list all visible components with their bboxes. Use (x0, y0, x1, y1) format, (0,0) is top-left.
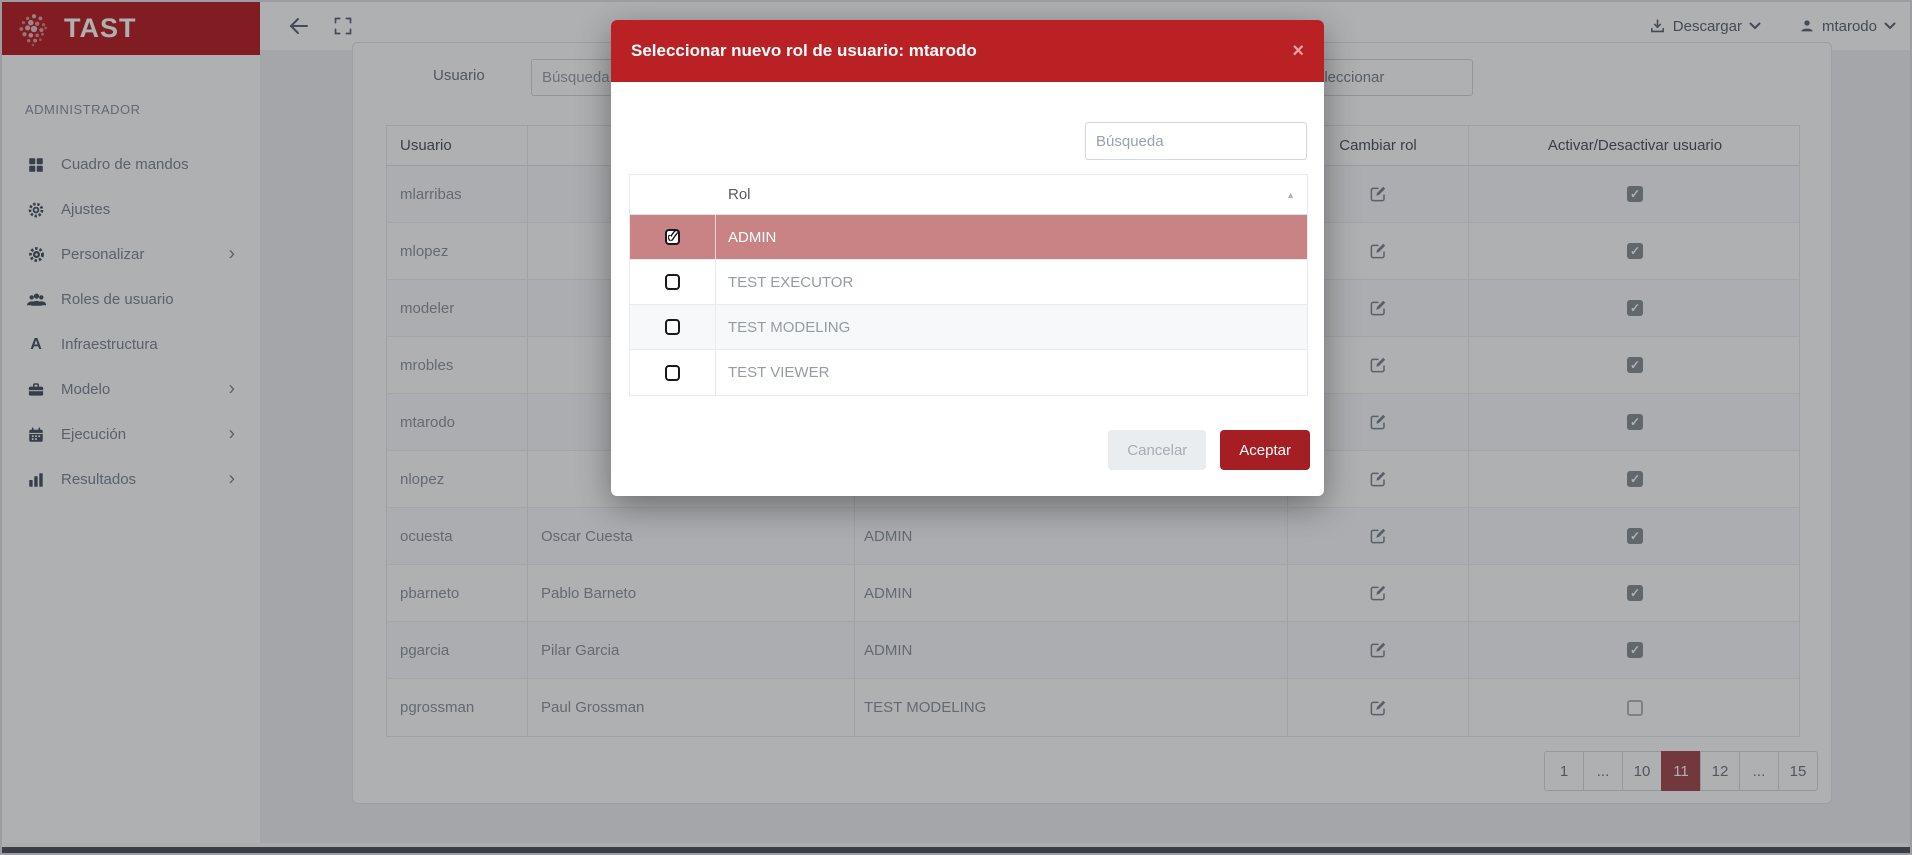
cancel-button[interactable]: Cancelar (1108, 430, 1206, 470)
role-checkbox[interactable] (665, 365, 680, 381)
role-checkbox[interactable] (665, 229, 680, 245)
modal-footer: Cancelar Aceptar (1108, 430, 1310, 470)
rol-column-header[interactable]: Rol ▲ (716, 175, 1307, 214)
role-row[interactable]: TEST EXECUTOR (630, 260, 1307, 305)
modal-header: Seleccionar nuevo rol de usuario: mtarod… (611, 20, 1324, 82)
role-label: ADMIN (716, 215, 1307, 259)
role-checkbox[interactable] (665, 274, 680, 290)
role-checkbox-header (630, 175, 716, 214)
role-checkbox[interactable] (665, 319, 680, 335)
role-table-header: Rol ▲ (630, 175, 1307, 215)
role-row[interactable]: TEST VIEWER (630, 350, 1307, 395)
accept-button[interactable]: Aceptar (1220, 430, 1310, 470)
role-label: TEST VIEWER (716, 350, 1307, 395)
role-table-body: ADMIN TEST EXECUTOR TEST MODELIN (630, 215, 1307, 395)
role-table: Rol ▲ ADMIN (629, 174, 1308, 396)
role-row[interactable]: TEST MODELING (630, 305, 1307, 350)
role-label: TEST EXECUTOR (716, 260, 1307, 304)
close-icon[interactable]: × (1292, 41, 1304, 61)
role-row[interactable]: ADMIN (630, 215, 1307, 260)
select-role-modal: Seleccionar nuevo rol de usuario: mtarod… (611, 20, 1324, 496)
sort-ascending-icon: ▲ (1286, 190, 1295, 200)
role-label: TEST MODELING (716, 305, 1307, 349)
modal-title: Seleccionar nuevo rol de usuario: mtarod… (631, 41, 977, 61)
application-window: TAST ADMINISTRADOR Cuadro de mandos (0, 0, 1912, 855)
role-search-input[interactable] (1085, 122, 1307, 160)
